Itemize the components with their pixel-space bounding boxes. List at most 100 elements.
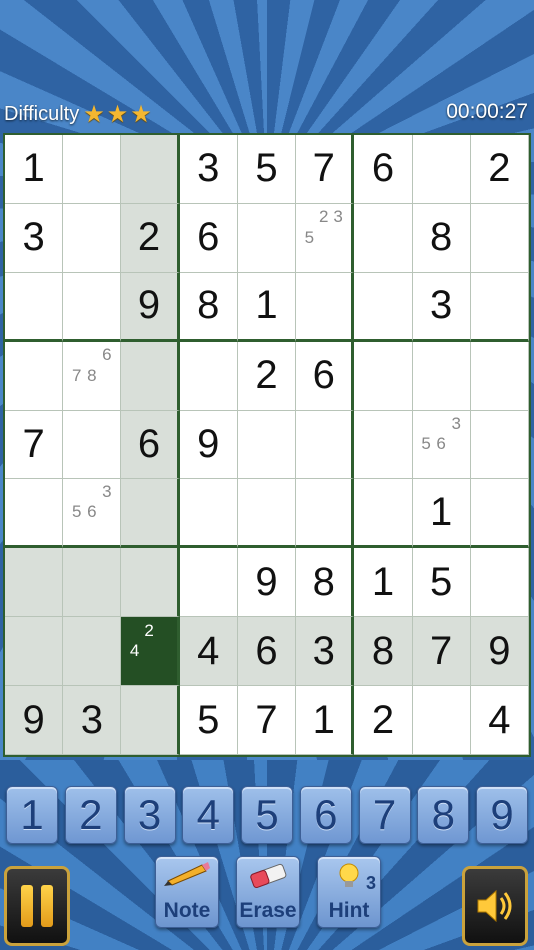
- sudoku-cell[interactable]: 3: [5, 203, 64, 273]
- sudoku-cell[interactable]: [5, 479, 64, 549]
- sudoku-cell[interactable]: 8: [296, 548, 355, 618]
- sudoku-cell[interactable]: 3: [412, 272, 471, 342]
- sudoku-cell[interactable]: 1: [5, 135, 64, 204]
- sudoku-cell[interactable]: [470, 341, 529, 411]
- sudoku-cell[interactable]: 356: [412, 410, 471, 480]
- sudoku-cell[interactable]: [121, 341, 180, 411]
- hint-button[interactable]: 3 Hint: [317, 856, 381, 928]
- sudoku-cell[interactable]: 3: [296, 617, 355, 687]
- sudoku-cell[interactable]: 7: [412, 617, 471, 687]
- sudoku-cell[interactable]: 2: [470, 135, 529, 204]
- sudoku-cell[interactable]: 6: [237, 617, 297, 687]
- sudoku-cell[interactable]: [412, 135, 471, 204]
- sudoku-cell[interactable]: 24: [121, 617, 180, 687]
- number-key-8[interactable]: 8: [417, 786, 470, 844]
- sound-button[interactable]: [462, 866, 528, 946]
- hint-count: 3: [365, 873, 376, 893]
- sudoku-cell[interactable]: [63, 548, 122, 618]
- sudoku-cell[interactable]: [5, 617, 64, 687]
- number-key-1[interactable]: 1: [6, 786, 58, 844]
- number-key-6[interactable]: 6: [299, 786, 352, 844]
- sudoku-cell[interactable]: 9: [237, 548, 297, 618]
- sudoku-cell[interactable]: 9: [121, 272, 180, 342]
- sudoku-cell[interactable]: [470, 548, 529, 618]
- sudoku-cell[interactable]: 1: [354, 548, 413, 618]
- sudoku-cell[interactable]: [5, 548, 64, 618]
- sudoku-cell[interactable]: [179, 479, 238, 549]
- sudoku-cell[interactable]: 7: [237, 686, 297, 755]
- sudoku-cell[interactable]: [63, 272, 122, 342]
- sudoku-cell[interactable]: 356: [63, 479, 122, 549]
- sudoku-cell[interactable]: 6: [296, 341, 355, 411]
- sudoku-cell[interactable]: [470, 479, 529, 549]
- sudoku-cell[interactable]: [5, 341, 64, 411]
- sudoku-cell[interactable]: [179, 341, 238, 411]
- difficulty-label: Difficulty: [4, 103, 80, 125]
- sudoku-cell[interactable]: 2: [237, 341, 297, 411]
- sudoku-cell[interactable]: 6: [354, 135, 413, 204]
- sudoku-cell[interactable]: 1: [237, 272, 297, 342]
- sudoku-cell[interactable]: [470, 272, 529, 342]
- sudoku-cell[interactable]: 5: [412, 548, 471, 618]
- sudoku-cell[interactable]: [470, 203, 529, 273]
- sudoku-cell[interactable]: 9: [5, 686, 64, 755]
- sudoku-cell[interactable]: 4: [470, 686, 529, 755]
- sudoku-cell[interactable]: [354, 203, 413, 273]
- number-key-5[interactable]: 5: [241, 786, 293, 844]
- sudoku-cell[interactable]: [121, 479, 180, 549]
- sudoku-cell[interactable]: [354, 410, 413, 480]
- sudoku-cell[interactable]: 5: [237, 135, 297, 204]
- sudoku-cell[interactable]: 4: [179, 617, 238, 687]
- sudoku-cell[interactable]: [5, 272, 64, 342]
- sudoku-cell[interactable]: [354, 341, 413, 411]
- sudoku-cell[interactable]: 235: [296, 203, 355, 273]
- sudoku-cell[interactable]: 8: [179, 272, 238, 342]
- sudoku-cell[interactable]: [63, 410, 122, 480]
- number-key-4[interactable]: 4: [182, 786, 235, 844]
- sudoku-cell[interactable]: [63, 203, 122, 273]
- sudoku-cell[interactable]: 3: [179, 135, 238, 204]
- sudoku-cell[interactable]: [121, 135, 180, 204]
- number-key-3[interactable]: 3: [123, 786, 176, 844]
- sudoku-cell[interactable]: [121, 686, 180, 755]
- sudoku-cell[interactable]: 9: [179, 410, 238, 480]
- number-key-7[interactable]: 7: [358, 786, 411, 844]
- sudoku-cell[interactable]: [237, 410, 297, 480]
- sudoku-cell[interactable]: 3: [63, 686, 122, 755]
- sudoku-cell[interactable]: [63, 617, 122, 687]
- sudoku-cell[interactable]: [63, 135, 122, 204]
- sudoku-cell[interactable]: [412, 686, 471, 755]
- number-key-9[interactable]: 9: [476, 786, 528, 844]
- sudoku-cell[interactable]: [412, 341, 471, 411]
- cell-notes: 24: [121, 617, 176, 685]
- sudoku-cell[interactable]: [354, 272, 413, 342]
- sudoku-cell[interactable]: 7: [296, 135, 355, 204]
- sudoku-cell[interactable]: 6: [179, 203, 238, 273]
- sudoku-cell[interactable]: [296, 272, 355, 342]
- sudoku-cell[interactable]: 8: [354, 617, 413, 687]
- number-key-2[interactable]: 2: [64, 786, 117, 844]
- sudoku-cell[interactable]: [296, 479, 355, 549]
- cell-value: 6: [371, 146, 395, 191]
- note-button[interactable]: Note: [155, 856, 219, 928]
- sudoku-cell[interactable]: 2: [121, 203, 180, 273]
- sudoku-cell[interactable]: 1: [412, 479, 471, 549]
- erase-button[interactable]: Erase: [236, 856, 300, 928]
- sudoku-cell[interactable]: [179, 548, 238, 618]
- sudoku-cell[interactable]: 7: [5, 410, 64, 480]
- sudoku-cell[interactable]: [354, 479, 413, 549]
- pause-button[interactable]: [4, 866, 70, 946]
- sudoku-cell[interactable]: 9: [470, 617, 529, 687]
- sudoku-cell[interactable]: [237, 203, 297, 273]
- sudoku-cell[interactable]: [470, 410, 529, 480]
- cell-value: 8: [312, 559, 335, 604]
- sudoku-cell[interactable]: 1: [296, 686, 355, 755]
- sudoku-cell[interactable]: 5: [179, 686, 238, 755]
- sudoku-cell[interactable]: [296, 410, 355, 480]
- sudoku-cell[interactable]: [121, 548, 180, 618]
- sudoku-cell[interactable]: [237, 479, 297, 549]
- sudoku-cell[interactable]: 8: [412, 203, 471, 273]
- sudoku-cell[interactable]: 2: [354, 686, 413, 755]
- sudoku-cell[interactable]: 6: [121, 410, 180, 480]
- sudoku-cell[interactable]: 678: [63, 341, 122, 411]
